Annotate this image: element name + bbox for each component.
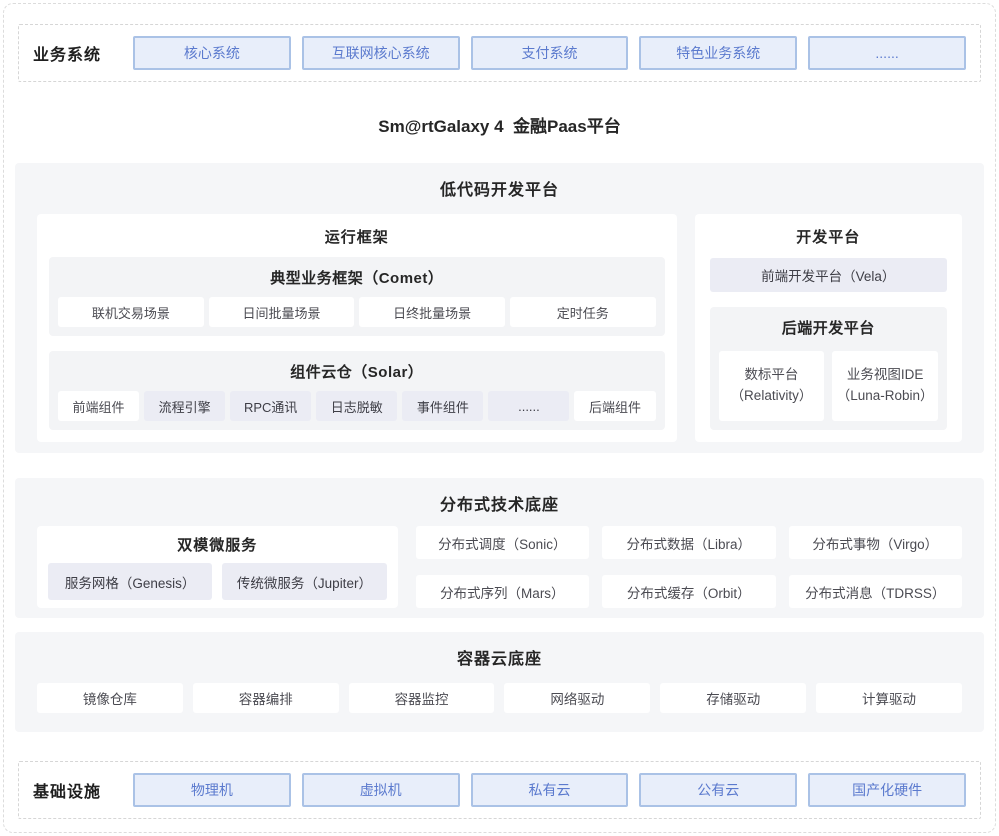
container-cloud-items: 镜像仓库 容器编排 容器监控 网络驱动 存储驱动 计算驱动 <box>37 683 962 713</box>
infrastructure-item: 物理机 <box>133 773 291 807</box>
solar-item: 事件组件 <box>402 391 483 421</box>
backend-title: 后端开发平台 <box>719 317 938 338</box>
infrastructure-item: 虚拟机 <box>302 773 460 807</box>
runtime-framework-title: 运行框架 <box>49 226 665 247</box>
business-systems-boxes: 核心系统 互联网核心系统 支付系统 特色业务系统 ...... <box>133 36 966 70</box>
runtime-framework-panel: 运行框架 典型业务框架（Comet） 联机交易场景 日间批量场景 日终批量场景 … <box>37 214 677 442</box>
business-systems-row: 业务系统 核心系统 互联网核心系统 支付系统 特色业务系统 ...... <box>18 24 981 82</box>
container-cloud-item: 镜像仓库 <box>37 683 183 713</box>
container-cloud-title: 容器云底座 <box>37 645 962 669</box>
infrastructure-item: 公有云 <box>639 773 797 807</box>
comet-group: 典型业务框架（Comet） 联机交易场景 日间批量场景 日终批量场景 定时任务 <box>49 257 665 336</box>
business-system-box: ...... <box>808 36 966 70</box>
lowcode-section: 低代码开发平台 运行框架 典型业务框架（Comet） 联机交易场景 日间批量场景… <box>15 163 984 453</box>
backend-item-line: 数标平台 <box>744 365 798 386</box>
business-system-box: 特色业务系统 <box>639 36 797 70</box>
comet-item: 日间批量场景 <box>209 297 355 327</box>
dual-mode-items: 服务网格（Genesis） 传统微服务（Jupiter） <box>48 563 387 600</box>
distributed-section: 分布式技术底座 双模微服务 服务网格（Genesis） 传统微服务（Jupite… <box>15 478 984 618</box>
distributed-item: 分布式调度（Sonic） <box>416 526 589 559</box>
comet-item: 联机交易场景 <box>58 297 204 327</box>
container-cloud-section: 容器云底座 镜像仓库 容器编排 容器监控 网络驱动 存储驱动 计算驱动 <box>15 632 984 732</box>
comet-item: 日终批量场景 <box>359 297 505 327</box>
backend-item: 业务视图IDE （Luna-Robin） <box>832 351 938 421</box>
platform-title: Sm@rtGalaxy 4 金融Paas平台 <box>0 112 999 137</box>
business-system-box: 核心系统 <box>133 36 291 70</box>
dual-mode-title: 双模微服务 <box>48 534 387 555</box>
business-system-box: 互联网核心系统 <box>302 36 460 70</box>
solar-item-back: 后端组件 <box>574 391 655 421</box>
solar-item-front: 前端组件 <box>58 391 139 421</box>
solar-item: RPC通讯 <box>230 391 311 421</box>
infrastructure-boxes: 物理机 虚拟机 私有云 公有云 国产化硬件 <box>133 773 966 807</box>
dev-platform-title: 开发平台 <box>707 226 950 247</box>
dual-mode-item: 服务网格（Genesis） <box>48 563 212 600</box>
container-cloud-item: 存储驱动 <box>660 683 806 713</box>
infrastructure-row: 基础设施 物理机 虚拟机 私有云 公有云 国产化硬件 <box>18 761 981 819</box>
backend-item-line: （Luna-Robin） <box>837 386 934 407</box>
container-cloud-item: 容器编排 <box>193 683 339 713</box>
container-cloud-item: 网络驱动 <box>504 683 650 713</box>
distributed-item: 分布式序列（Mars） <box>416 575 589 608</box>
lowcode-section-title: 低代码开发平台 <box>37 176 962 200</box>
backend-item-line: （Relativity） <box>731 386 813 407</box>
architecture-diagram: 业务系统 核心系统 互联网核心系统 支付系统 特色业务系统 ...... Sm@… <box>0 0 999 836</box>
container-cloud-item: 计算驱动 <box>816 683 962 713</box>
solar-items: 前端组件 流程引擎 RPC通讯 日志脱敏 事件组件 ...... 后端组件 <box>58 391 656 421</box>
distributed-section-title: 分布式技术底座 <box>37 491 962 515</box>
backend-group: 后端开发平台 数标平台 （Relativity） 业务视图IDE （Luna-R… <box>710 307 947 430</box>
solar-title: 组件云仓（Solar） <box>58 361 656 382</box>
container-cloud-item: 容器监控 <box>349 683 495 713</box>
infrastructure-item: 私有云 <box>471 773 629 807</box>
comet-items: 联机交易场景 日间批量场景 日终批量场景 定时任务 <box>58 297 656 327</box>
solar-item: 日志脱敏 <box>316 391 397 421</box>
distributed-item: 分布式缓存（Orbit） <box>602 575 775 608</box>
solar-group: 组件云仓（Solar） 前端组件 流程引擎 RPC通讯 日志脱敏 事件组件 ..… <box>49 351 665 430</box>
vela-box: 前端开发平台（Vela） <box>710 258 947 292</box>
comet-title: 典型业务框架（Comet） <box>58 267 656 288</box>
comet-item: 定时任务 <box>510 297 656 327</box>
solar-item: 流程引擎 <box>144 391 225 421</box>
distributed-item: 分布式消息（TDRSS） <box>789 575 962 608</box>
distributed-item: 分布式数据（Libra） <box>602 526 775 559</box>
dual-mode-panel: 双模微服务 服务网格（Genesis） 传统微服务（Jupiter） <box>37 526 398 608</box>
business-system-box: 支付系统 <box>471 36 629 70</box>
distributed-item: 分布式事物（Virgo） <box>789 526 962 559</box>
dev-platform-panel: 开发平台 前端开发平台（Vela） 后端开发平台 数标平台 （Relativit… <box>695 214 962 442</box>
business-systems-label: 业务系统 <box>33 41 133 65</box>
backend-item: 数标平台 （Relativity） <box>719 351 825 421</box>
infrastructure-label: 基础设施 <box>33 778 133 802</box>
distributed-body: 双模微服务 服务网格（Genesis） 传统微服务（Jupiter） 分布式调度… <box>37 526 962 608</box>
backend-item-line: 业务视图IDE <box>847 365 924 386</box>
infrastructure-item: 国产化硬件 <box>808 773 966 807</box>
lowcode-body: 运行框架 典型业务框架（Comet） 联机交易场景 日间批量场景 日终批量场景 … <box>37 214 962 442</box>
dual-mode-item: 传统微服务（Jupiter） <box>222 563 386 600</box>
backend-items: 数标平台 （Relativity） 业务视图IDE （Luna-Robin） <box>719 351 938 421</box>
solar-item: ...... <box>488 391 569 421</box>
distributed-items-grid: 分布式调度（Sonic） 分布式数据（Libra） 分布式事物（Virgo） 分… <box>416 526 962 608</box>
